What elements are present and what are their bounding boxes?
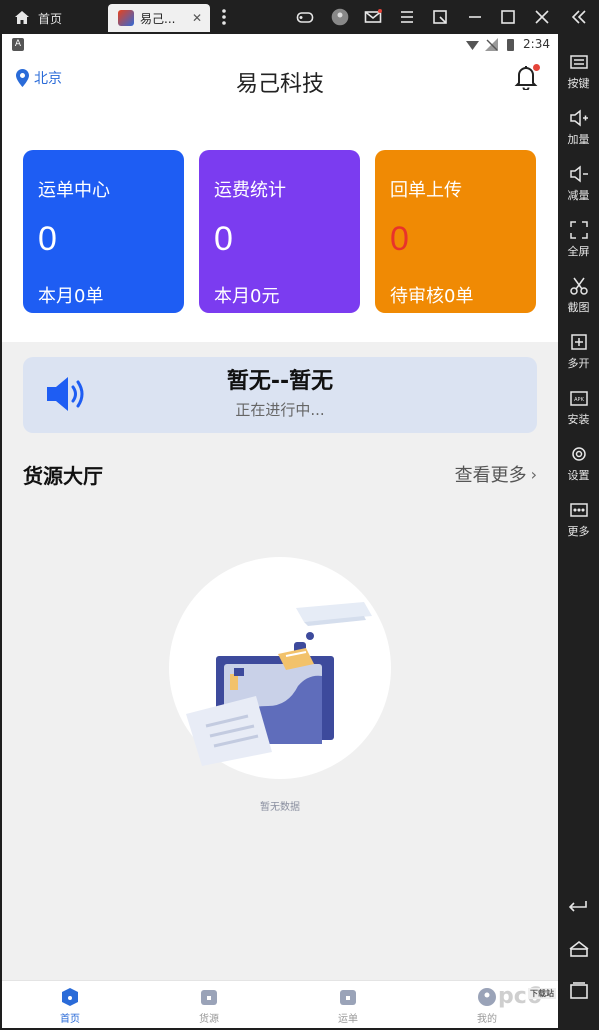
gear-icon [571, 447, 586, 461]
side-settings-button[interactable]: 设置 [558, 444, 599, 483]
mail-icon[interactable] [364, 8, 382, 26]
view-more-label: 查看更多 [454, 465, 527, 486]
collapse-sidebar-icon[interactable] [570, 8, 588, 26]
view-more-link[interactable]: 查看更多 › [455, 461, 537, 487]
side-settings-label: 设置 [567, 469, 590, 482]
announcement-title: 暂无--暂无 [226, 369, 334, 394]
android-recent-icon[interactable] [568, 980, 590, 1002]
profile-tab-icon [478, 988, 496, 1006]
more-icon [569, 503, 588, 517]
home-tab-icon [62, 988, 78, 1006]
tab-menu-icon[interactable] [215, 8, 233, 26]
home-icon [15, 11, 29, 24]
card-value: 0 [38, 220, 57, 258]
emulator-home-tab[interactable]: 首页 [14, 4, 62, 32]
side-install-button[interactable]: APK 安装 [558, 388, 599, 427]
announcement-subtitle: 正在进行中... [235, 401, 325, 419]
emulator-title-bar: 首页 易己... ✕ [0, 0, 599, 34]
battery-icon [507, 38, 515, 51]
tab-waybill[interactable]: 运单 [308, 987, 388, 1025]
card-subtitle: 本月0元 [214, 286, 280, 307]
minimize-icon[interactable] [466, 8, 484, 26]
side-multi-open-button[interactable]: 多开 [558, 332, 599, 371]
side-volume-up-button[interactable]: 加量 [558, 108, 599, 147]
side-volume-down-label: 减量 [567, 189, 590, 202]
card-subtitle: 待审核0单 [390, 286, 474, 307]
card-value: 0 [214, 220, 233, 258]
side-keyboard-label: 按键 [567, 77, 590, 90]
card-value: 0 [390, 220, 409, 258]
watermark-logo: pc6 下载站 [498, 984, 558, 1024]
card-title: 运单中心 [38, 180, 110, 201]
side-fullscreen-button[interactable]: 全屏 [558, 220, 599, 259]
card-subtitle: 本月0单 [38, 286, 104, 307]
android-back-icon[interactable] [568, 896, 590, 918]
status-bar: A 2:34 [2, 34, 558, 56]
tab-label: 首页 [60, 1014, 80, 1025]
home-tab-label: 首页 [38, 11, 63, 26]
gamepad-icon[interactable] [296, 8, 314, 26]
announcement-banner[interactable]: 暂无--暂无 正在进行中... [23, 357, 537, 433]
tab-home[interactable]: 首页 [30, 987, 110, 1025]
waybill-center-card[interactable]: 运单中心 0 本月0单 [23, 150, 184, 313]
app-header: 北京 易己科技 [2, 56, 558, 114]
stats-cards: 运单中心 0 本月0单 运费统计 0 本月0元 回单上传 0 待审核0单 [2, 114, 558, 342]
tab-close-icon[interactable]: ✕ [192, 11, 202, 25]
card-title: 运费统计 [214, 180, 286, 201]
phone-screen: A 2:34 北京 易己科技 运单中心 0 本月0单 运费统计 0 本月0元 回… [2, 34, 558, 1028]
tab-cargo[interactable]: 货源 [169, 987, 249, 1025]
side-more-label: 更多 [567, 525, 590, 538]
side-screenshot-button[interactable]: 截图 [558, 276, 599, 315]
no-signal-icon [485, 37, 499, 51]
bottom-tab-bar: 首页 货源 运单 我的 [2, 980, 558, 1028]
wifi-icon [466, 40, 480, 50]
watermark-badge: 下载站 [528, 988, 556, 999]
cargo-hall-header: 货源大厅 查看更多 › [23, 458, 537, 488]
keyboard-icon [569, 55, 588, 69]
volume-down-icon [569, 165, 588, 183]
unread-dot [533, 64, 540, 71]
app-logo-icon [118, 10, 134, 26]
card-title: 回单上传 [390, 180, 462, 201]
cargo-tab-icon [201, 990, 217, 1005]
side-more-button[interactable]: 更多 [558, 500, 599, 539]
volume-up-icon [569, 109, 588, 127]
tab-label: 货源 [199, 1014, 219, 1025]
status-time: 2:34 [523, 37, 550, 51]
receipt-upload-card[interactable]: 回单上传 0 待审核0单 [375, 150, 536, 313]
side-fullscreen-label: 全屏 [567, 245, 590, 258]
page-title: 易己科技 [235, 72, 324, 97]
side-keyboard-button[interactable]: 按键 [558, 52, 599, 91]
side-multi-open-label: 多开 [567, 357, 590, 370]
tab-label: 运单 [338, 1014, 358, 1025]
empty-state-illustration [169, 557, 391, 779]
menu-icon[interactable] [398, 8, 416, 26]
android-home-icon[interactable] [568, 938, 590, 960]
side-screenshot-label: 截图 [567, 301, 590, 314]
maximize-icon[interactable] [499, 8, 517, 26]
side-install-label: 安装 [567, 413, 590, 426]
notification-bell-button[interactable] [514, 64, 540, 91]
tab-label: 我的 [477, 1014, 497, 1025]
empty-state-text: 暂无数据 [260, 802, 300, 813]
emulator-side-toolbar: 按键 加量 减量 全屏 截图 多开 APK 安装 设置 更多 [558, 34, 599, 1030]
section-title: 货源大厅 [23, 464, 103, 488]
multi-open-icon [570, 334, 587, 350]
apk-install-icon: APK [569, 391, 588, 406]
chevron-right-icon: › [530, 464, 537, 484]
notification-icon: A [12, 38, 24, 51]
app-tab-label: 易己... [140, 11, 176, 26]
user-avatar-icon[interactable] [331, 8, 349, 26]
svg-text:APK: APK [574, 397, 584, 403]
close-icon[interactable] [533, 8, 551, 26]
emulator-app-tab[interactable]: 易己... ✕ [108, 4, 210, 32]
side-volume-down-button[interactable]: 减量 [558, 164, 599, 203]
scissors-icon [569, 277, 588, 295]
waybill-tab-icon [340, 990, 356, 1005]
side-volume-up-label: 加量 [567, 133, 590, 146]
restore-icon[interactable] [431, 8, 449, 26]
fullscreen-icon [569, 221, 588, 239]
freight-stats-card[interactable]: 运费统计 0 本月0元 [199, 150, 360, 313]
